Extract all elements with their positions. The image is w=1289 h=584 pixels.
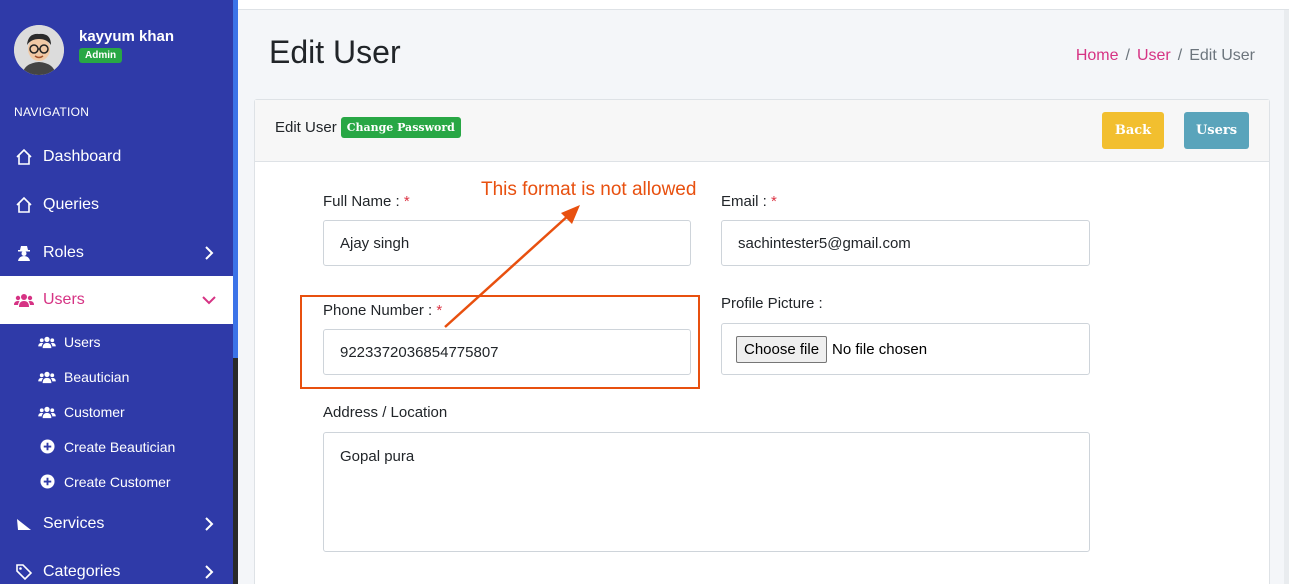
- top-navbar: [238, 0, 1289, 10]
- sidebar-item-label: Dashboard: [43, 148, 122, 165]
- breadcrumb-home-link[interactable]: Home: [1076, 47, 1119, 65]
- sidebar-item-roles[interactable]: Roles: [0, 229, 233, 277]
- users-button[interactable]: Users: [1184, 112, 1249, 149]
- sidebar-item-categories[interactable]: Categories: [0, 548, 233, 584]
- page-title: Edit User: [269, 34, 401, 70]
- address-value: Gopal pura: [340, 448, 415, 465]
- address-textarea[interactable]: Gopal pura: [323, 432, 1090, 552]
- profile-picture-input[interactable]: Choose file No file chosen: [721, 323, 1090, 375]
- sidebar-subitem-users[interactable]: Users: [0, 324, 233, 359]
- sidebar-item-label: Roles: [43, 244, 84, 261]
- users-icon: [38, 369, 56, 385]
- full-name-label-text: Full Name :: [323, 193, 400, 210]
- home-icon: [14, 147, 34, 167]
- chevron-right-icon: [205, 565, 214, 579]
- sidebar-subitem-customer[interactable]: Customer: [0, 394, 233, 429]
- user-panel: kayyum khan Admin: [14, 25, 174, 75]
- profile-picture-label: Profile Picture :: [721, 295, 823, 312]
- chevron-right-icon: [205, 246, 214, 260]
- sidebar-subitem-label: Customer: [64, 403, 125, 420]
- sidebar-item-label: Services: [43, 515, 105, 532]
- file-status: No file chosen: [832, 340, 928, 358]
- annotation-highlight-box: [300, 295, 700, 389]
- breadcrumb-separator: /: [1177, 47, 1183, 64]
- user-name: kayyum khan: [79, 28, 175, 45]
- choose-file-button[interactable]: Choose file: [736, 335, 828, 363]
- card-header: Edit User Change Password Back Users: [255, 100, 1269, 162]
- home-icon: [14, 195, 34, 215]
- plus-circle-icon: [38, 474, 56, 490]
- tags-icon: [14, 562, 34, 582]
- full-name-input[interactable]: Ajay singh: [323, 220, 691, 266]
- email-label-text: Email :: [721, 193, 767, 210]
- required-mark: *: [771, 193, 777, 210]
- email-value: sachintester5@gmail.com: [738, 234, 911, 252]
- sidebar-item-queries[interactable]: Queries: [0, 181, 233, 229]
- address-label: Address / Location: [323, 404, 448, 421]
- email-label: Email : *: [721, 193, 777, 210]
- chevron-right-icon: [205, 517, 214, 531]
- full-name-label: Full Name : *: [323, 193, 410, 210]
- breadcrumb: Home / User / Edit User: [1076, 47, 1255, 65]
- sidebar: kayyum khan Admin NAVIGATION Dashboard Q…: [0, 0, 233, 584]
- card-title: Edit User Change Password: [275, 117, 461, 138]
- sidebar-subitem-label: Create Customer: [64, 473, 171, 490]
- users-icon: [38, 334, 56, 350]
- user-secret-icon: [14, 243, 34, 263]
- email-input[interactable]: sachintester5@gmail.com: [721, 220, 1090, 266]
- plus-circle-icon: [38, 439, 56, 455]
- users-icon: [14, 290, 34, 310]
- breadcrumb-separator: /: [1125, 47, 1130, 64]
- sidebar-subitem-beautician[interactable]: Beautician: [0, 359, 233, 394]
- sidebar-subitem-label: Users: [64, 333, 101, 350]
- sidebar-item-users[interactable]: Users: [0, 276, 233, 324]
- sidebar-item-services[interactable]: Services: [0, 500, 233, 548]
- sidebar-item-label: Users: [43, 291, 85, 308]
- card-title-text: Edit User: [275, 119, 337, 136]
- annotation-text: This format is not allowed: [481, 179, 697, 200]
- sidebar-item-label: Categories: [43, 563, 121, 580]
- breadcrumb-user-link[interactable]: User: [1137, 47, 1171, 65]
- chevron-down-icon: [202, 296, 216, 305]
- users-icon: [38, 404, 56, 420]
- nav-header: NAVIGATION: [14, 105, 90, 119]
- breadcrumb-current: Edit User: [1189, 47, 1255, 64]
- sidebar-item-dashboard[interactable]: Dashboard: [0, 133, 233, 181]
- change-password-button[interactable]: Change Password: [340, 117, 461, 138]
- sidebar-edge: [233, 358, 238, 584]
- sidebar-scrollbar[interactable]: [233, 0, 238, 358]
- sidebar-subitem-create-customer[interactable]: Create Customer: [0, 464, 233, 499]
- required-mark: *: [403, 193, 410, 210]
- sidebar-subitem-label: Beautician: [64, 368, 130, 385]
- sidebar-subitem-label: Create Beautician: [64, 438, 176, 455]
- back-button[interactable]: Back: [1102, 112, 1164, 149]
- sidebar-subitem-create-beautician[interactable]: Create Beautician: [0, 429, 233, 464]
- full-name-value: Ajay singh: [340, 234, 410, 252]
- page-scrollbar[interactable]: [1284, 10, 1289, 584]
- avatar[interactable]: [14, 25, 64, 75]
- role-badge: Admin: [79, 48, 123, 63]
- slice-icon: [14, 514, 34, 534]
- sidebar-item-label: Queries: [43, 196, 100, 213]
